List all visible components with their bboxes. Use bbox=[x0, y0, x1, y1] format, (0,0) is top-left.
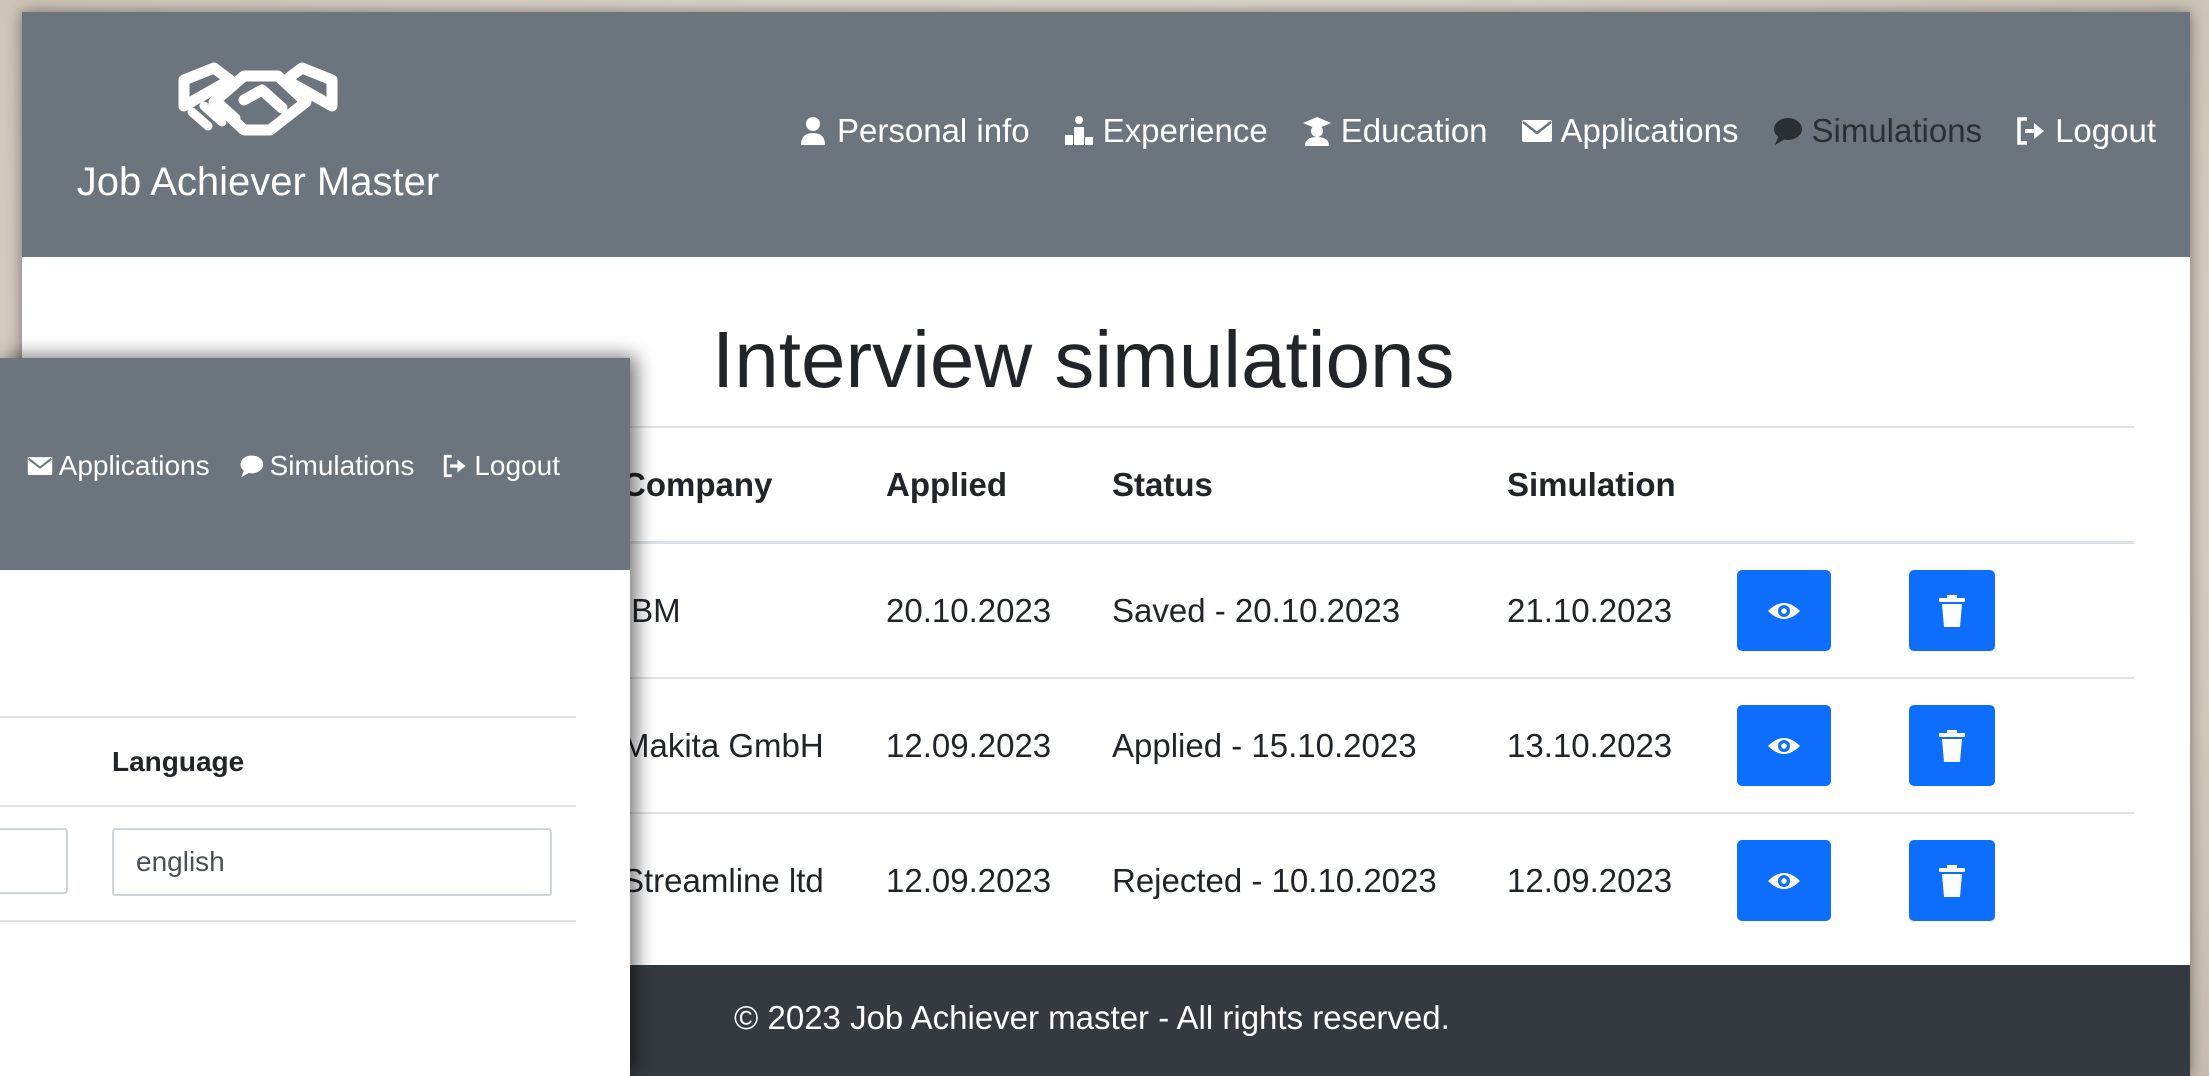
language-input[interactable] bbox=[112, 828, 552, 896]
view-button[interactable] bbox=[1737, 705, 1831, 786]
nav-label: Experience bbox=[1102, 112, 1268, 149]
cell-status: Saved - 20.10.2023 bbox=[1112, 542, 1507, 679]
front-nav-applications[interactable]: Applications bbox=[27, 450, 210, 482]
nav-label: Simulations bbox=[269, 450, 415, 481]
nav-label: Applications bbox=[1560, 112, 1739, 149]
cell-company: IBM bbox=[622, 542, 886, 679]
envelope-icon bbox=[27, 457, 52, 475]
cell-company: Makita GmbH bbox=[622, 678, 886, 814]
envelope-icon bbox=[1521, 120, 1552, 142]
nav-label: Simulations bbox=[1811, 112, 1983, 149]
nav-applications[interactable]: Applications bbox=[1521, 112, 1739, 150]
nav-education[interactable]: Education bbox=[1301, 112, 1488, 150]
simulations-table: Company Applied Status Simulation IBM 20… bbox=[622, 428, 2134, 947]
front-window: Applications Simulations Logout Language bbox=[0, 358, 630, 1076]
partial-input[interactable] bbox=[0, 828, 68, 894]
nav-label: Logout bbox=[474, 450, 560, 481]
language-column-label: Language bbox=[112, 746, 245, 777]
col-applied: Applied bbox=[886, 428, 1112, 544]
nav-experience[interactable]: Experience bbox=[1063, 112, 1268, 150]
nav-label: Education bbox=[1340, 112, 1488, 149]
handshake-icon bbox=[178, 62, 338, 136]
person-icon bbox=[801, 117, 826, 145]
logout-icon bbox=[444, 454, 466, 478]
main-nav-links: Personal info Experience Education Appli… bbox=[797, 112, 2156, 150]
delete-button[interactable] bbox=[1909, 705, 1995, 786]
nav-logout[interactable]: Logout bbox=[2015, 112, 2156, 150]
delete-button[interactable] bbox=[1909, 840, 1995, 921]
nav-label: Logout bbox=[2055, 112, 2156, 149]
delete-button[interactable] bbox=[1909, 570, 1995, 651]
front-navbar: Applications Simulations Logout bbox=[0, 358, 630, 570]
cell-simulation: 12.09.2023 bbox=[1507, 861, 1673, 899]
footer-text: © 2023 Job Achiever master - All rights … bbox=[734, 999, 1450, 1036]
podium-icon bbox=[1064, 116, 1093, 145]
cell-delete bbox=[1909, 813, 2134, 947]
trash-icon bbox=[1939, 729, 1965, 762]
chat-icon bbox=[240, 455, 263, 478]
table-row: Makita GmbH 12.09.2023 Applied - 15.10.2… bbox=[622, 678, 2134, 814]
front-nav-logout[interactable]: Logout bbox=[442, 450, 560, 482]
cell-view bbox=[1737, 678, 1909, 814]
nav-label: Applications bbox=[58, 450, 210, 481]
cell-delete bbox=[1909, 678, 2134, 814]
divider bbox=[0, 716, 576, 718]
divider bbox=[0, 920, 576, 922]
nav-label: Personal info bbox=[837, 112, 1030, 149]
trash-icon bbox=[1939, 864, 1965, 897]
divider bbox=[0, 805, 576, 807]
page-title: Interview simulations bbox=[712, 315, 1455, 404]
nav-simulations[interactable]: Simulations bbox=[1771, 112, 1982, 150]
col-status: Status bbox=[1112, 428, 1507, 544]
chat-icon bbox=[1774, 118, 1803, 145]
table-header-row: Company Applied Status Simulation bbox=[622, 428, 2134, 544]
eye-icon bbox=[1768, 602, 1800, 619]
cell-status: Rejected - 10.10.2023 bbox=[1112, 861, 1437, 899]
navbar: Job Achiever Master Personal info Experi… bbox=[22, 12, 2190, 257]
cell-simulation: 13.10.2023 bbox=[1507, 678, 1737, 814]
cell-simulation: 21.10.2023 bbox=[1507, 542, 1737, 679]
table-row: Streamline ltd 12.09.2023 Rejected - 10.… bbox=[622, 813, 2134, 947]
eye-icon bbox=[1768, 872, 1800, 889]
col-company: Company bbox=[622, 428, 886, 544]
col-delete bbox=[1909, 428, 2134, 544]
cell-company: Streamline ltd bbox=[622, 861, 824, 899]
table-row: IBM 20.10.2023 Saved - 20.10.2023 21.10.… bbox=[622, 542, 2134, 679]
cell-applied: 20.10.2023 bbox=[886, 542, 1112, 679]
brand-name: Job Achiever Master bbox=[76, 160, 440, 204]
view-button[interactable] bbox=[1737, 570, 1831, 651]
col-view bbox=[1737, 428, 1909, 544]
eye-icon bbox=[1768, 737, 1800, 754]
front-nav-links: Applications Simulations Logout bbox=[27, 450, 560, 482]
col-simulation: Simulation bbox=[1507, 428, 1737, 544]
cell-delete bbox=[1909, 542, 2134, 679]
cell-status: Applied - 15.10.2023 bbox=[1112, 678, 1507, 814]
view-button[interactable] bbox=[1737, 840, 1831, 921]
cell-applied: 12.09.2023 bbox=[886, 678, 1112, 814]
nav-personal-info[interactable]: Personal info bbox=[797, 112, 1030, 150]
brand[interactable]: Job Achiever Master bbox=[58, 50, 458, 205]
cell-applied: 12.09.2023 bbox=[886, 861, 1052, 899]
trash-icon bbox=[1939, 594, 1965, 627]
cell-view bbox=[1737, 813, 1909, 947]
logout-icon bbox=[2017, 117, 2045, 145]
graduate-icon bbox=[1302, 117, 1331, 146]
cell-view bbox=[1737, 542, 1909, 679]
front-nav-simulations[interactable]: Simulations bbox=[238, 450, 415, 482]
